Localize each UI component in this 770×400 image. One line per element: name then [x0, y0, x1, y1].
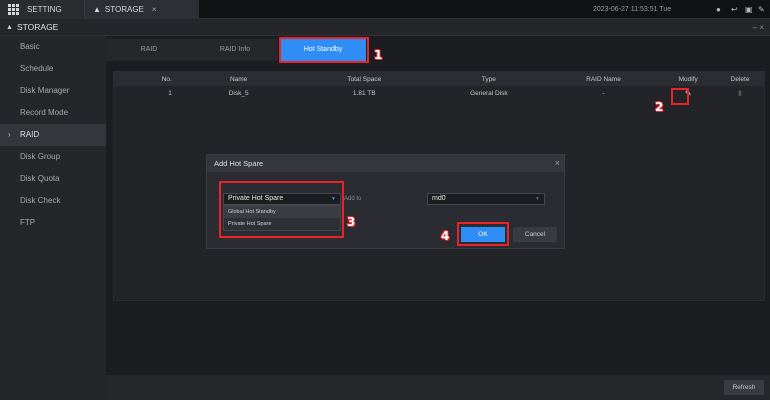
sidebar-item-label: Disk Check: [20, 196, 61, 205]
sidebar-item-label: RAID: [20, 130, 40, 139]
col-delete: Delete: [730, 75, 750, 83]
refresh-button[interactable]: Refresh: [724, 380, 764, 395]
sidebar-item-label: Record Mode: [20, 108, 69, 117]
fullscreen-icon[interactable]: ▣: [745, 0, 753, 19]
bottom-bar: Refresh: [106, 375, 770, 400]
annotation-number-1: 1: [374, 48, 383, 62]
sidebar-item-label: Disk Quota: [20, 174, 60, 183]
sidebar-item-label: FTP: [20, 218, 36, 227]
cell-no: 1: [168, 89, 172, 97]
page-title: STORAGE: [16, 22, 59, 32]
sidebar-item-label: Basic: [20, 42, 40, 51]
edit-icon[interactable]: ✎: [758, 0, 765, 19]
annotation-number-4: 4: [441, 229, 450, 243]
delete-icon[interactable]: ▮: [716, 89, 764, 97]
tab-storage[interactable]: ▲ STORAGE ×: [84, 0, 199, 19]
tab-raid-info[interactable]: RAID Info: [192, 39, 278, 61]
cell-name: Disk_5: [228, 89, 249, 97]
cell-raid: -: [602, 89, 605, 97]
col-raid-name: RAID Name: [586, 75, 621, 83]
sidebar-item-label: Disk Group: [20, 152, 61, 161]
close-tab-icon[interactable]: ×: [152, 5, 157, 14]
tab-storage-label: STORAGE: [104, 4, 144, 14]
window-controls[interactable]: – ×: [753, 19, 764, 36]
cell-total: 1.81 TB: [352, 89, 376, 97]
annotation-box-1: [279, 37, 369, 63]
cancel-button[interactable]: Cancel: [513, 227, 557, 242]
grid-icon: [8, 3, 19, 15]
annotation-box-4: [457, 222, 509, 246]
table-row[interactable]: 1 Disk_5 1.81 TB General Disk - ✎ ▮: [114, 86, 764, 100]
add-to-select[interactable]: md0 ▼: [427, 193, 545, 205]
sidebar-item-label: Schedule: [20, 64, 54, 73]
col-name: Name: [229, 75, 248, 83]
cell-type: General Disk: [470, 89, 508, 97]
logout-icon[interactable]: ↩: [731, 0, 738, 19]
sidebar-item-basic[interactable]: Basic: [0, 36, 106, 58]
storage-icon: ▲: [93, 4, 101, 14]
sidebar-item-disk-manager[interactable]: Disk Manager: [0, 80, 106, 102]
add-to-value: md0: [432, 195, 446, 202]
tab-raid[interactable]: RAID: [106, 39, 192, 61]
module-bar: ▲ STORAGE – ×: [0, 19, 770, 36]
sidebar-item-schedule[interactable]: Schedule: [0, 58, 106, 80]
tab-setting-label: SETTING: [27, 4, 62, 14]
chevron-down-icon: ▼: [535, 196, 540, 202]
dialog-title: Add Hot Spare: [207, 155, 564, 172]
add-to-label: Add to: [344, 196, 362, 202]
close-icon[interactable]: ×: [555, 155, 560, 172]
datetime: 2023-06-27 11:53:51 Tue: [593, 6, 672, 13]
annotation-number-3: 3: [347, 215, 356, 229]
sidebar: Basic Schedule Disk Manager Record Mode …: [0, 36, 106, 400]
sidebar-item-disk-group[interactable]: Disk Group: [0, 146, 106, 168]
tab-setting[interactable]: SETTING: [0, 0, 84, 19]
annotation-box-2: [671, 88, 689, 105]
top-bar: SETTING ▲ STORAGE × 2023-06-27 11:53:51 …: [0, 0, 770, 19]
sidebar-item-disk-quota[interactable]: Disk Quota: [0, 168, 106, 190]
sidebar-item-record-mode[interactable]: Record Mode: [0, 102, 106, 124]
table-header: No. Name Total Space Type RAID Name Modi…: [114, 72, 764, 86]
col-total-space: Total Space: [347, 75, 382, 83]
col-modify: Modify: [678, 75, 698, 83]
tab-bar: RAID RAID Info Hot Standby: [106, 36, 770, 62]
sidebar-item-raid[interactable]: › RAID: [0, 124, 106, 146]
chevron-right-icon: ›: [8, 130, 11, 139]
sidebar-item-ftp[interactable]: FTP: [0, 212, 106, 234]
annotation-number-2: 2: [655, 100, 664, 114]
sidebar-item-label: Disk Manager: [20, 86, 70, 95]
col-no: No.: [161, 75, 172, 83]
col-type: Type: [481, 75, 496, 83]
user-icon[interactable]: ●: [716, 0, 721, 19]
storage-icon: ▲: [6, 23, 13, 31]
sidebar-item-disk-check[interactable]: Disk Check: [0, 190, 106, 212]
annotation-box-3: [219, 181, 344, 238]
